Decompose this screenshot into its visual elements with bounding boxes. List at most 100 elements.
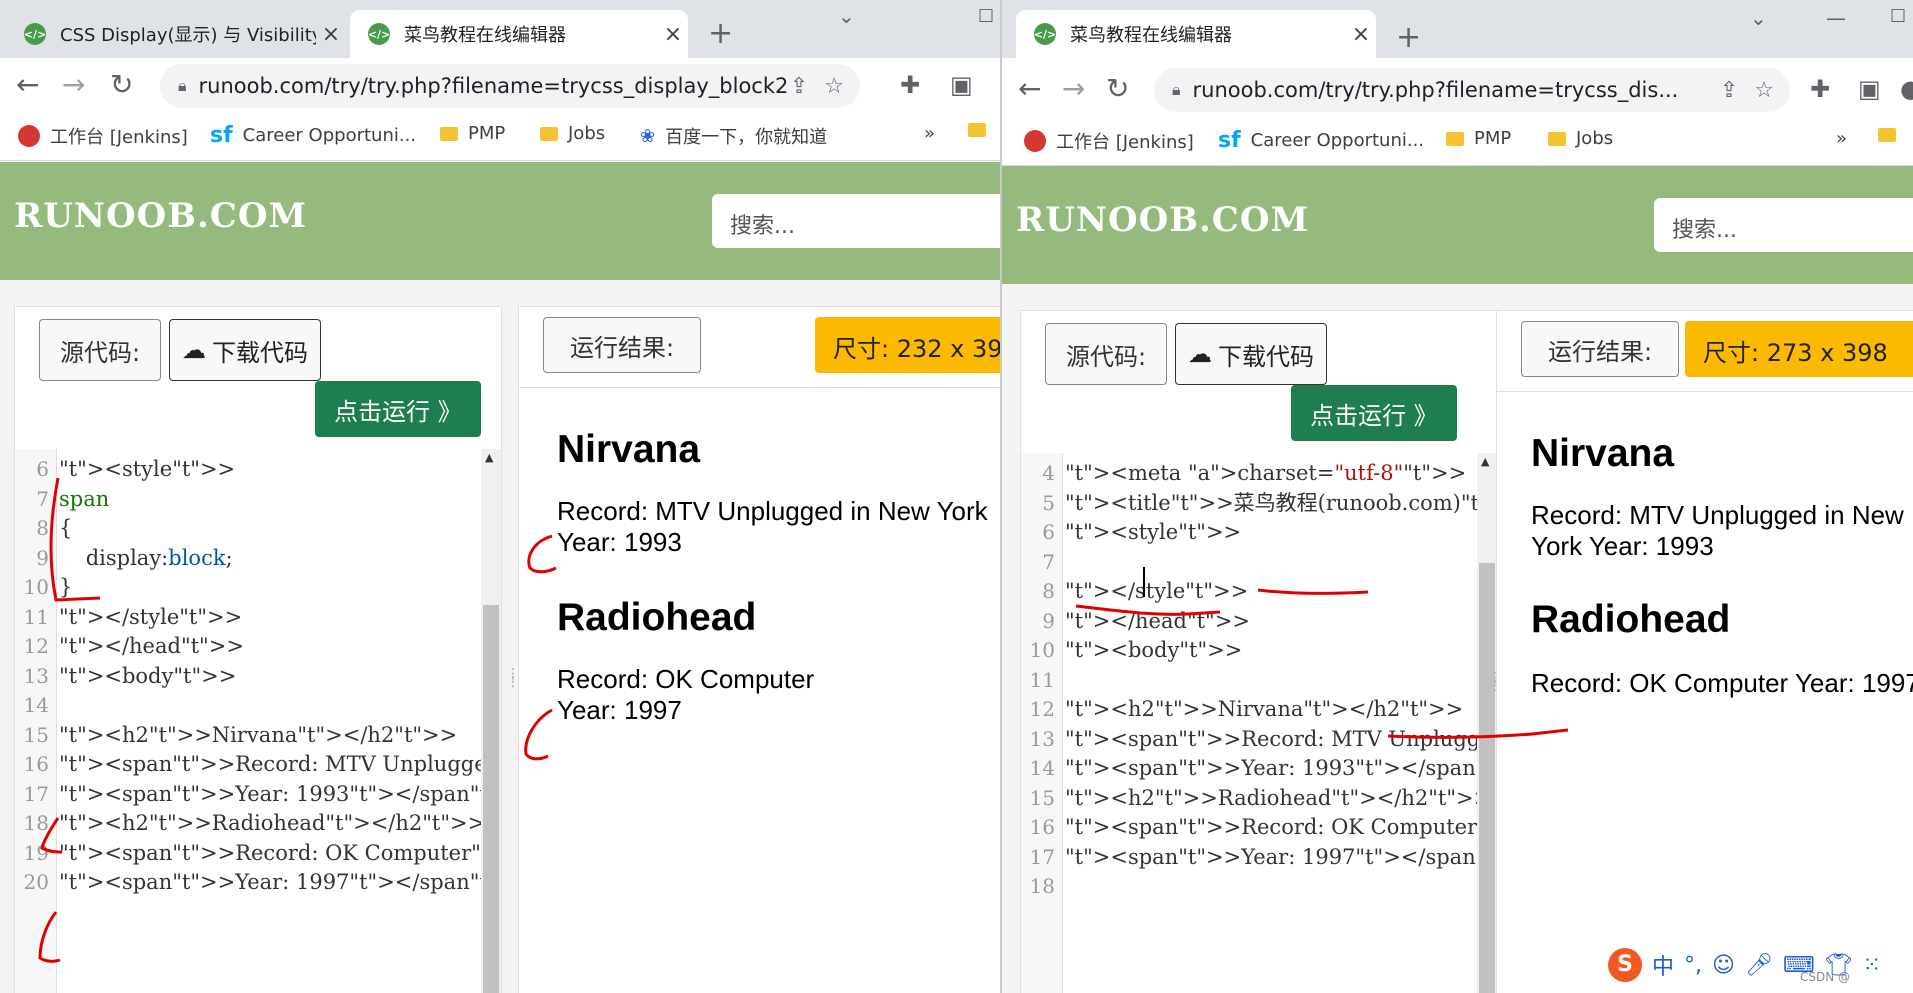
bookmark-jenkins[interactable]: 工作台 [Jenkins] [18, 123, 188, 149]
panel-resizer[interactable]: ⋮ ⋮ [506, 667, 520, 689]
site-logo[interactable]: RUNOOB.COM [14, 196, 307, 236]
new-tab-button[interactable]: + [708, 16, 733, 51]
punctuation-icon[interactable]: °, [1684, 953, 1702, 978]
grid-icon[interactable]: ⁙ [1863, 953, 1881, 978]
bookmark-career[interactable]: sf Career Opportuni... [210, 123, 416, 148]
address-bar[interactable]: 🔒︎ runoob.com/try/try.php?filename=trycs… [160, 64, 860, 108]
bookmark-folder-partial[interactable] [1878, 128, 1906, 142]
reload-icon[interactable]: ↻ [1106, 74, 1129, 104]
folder-icon [1878, 128, 1896, 142]
editor-scrollbar[interactable]: ▲ [481, 449, 501, 993]
code-line: 18 [1021, 868, 1497, 904]
source-panel: 源代码: ☁ 下载代码 点击运行 》 6 "t"><style"t">> 7 span 8… [14, 306, 502, 993]
star-icon[interactable]: ☆ [824, 74, 844, 99]
new-tab-button[interactable]: + [1396, 20, 1421, 55]
search-input[interactable]: 搜索... [1654, 198, 1913, 252]
bookmark-jobs[interactable]: Jobs [540, 123, 605, 144]
reload-icon[interactable]: ↻ [110, 70, 133, 100]
url-text: runoob.com/try/try.php?filename=trycss_d… [198, 74, 789, 98]
ime-chinese-mode[interactable]: 中 [1652, 949, 1674, 981]
bookmarks-bar: 工作台 [Jenkins] sf Career Opportuni... PMP … [1002, 118, 1913, 166]
source-code-label: 源代码: [39, 319, 161, 381]
result-heading-nirvana: Nirvana [557, 428, 701, 471]
cloud-download-icon: ☁ [182, 336, 206, 364]
tab-strip: </> CSS Display(显示) 与 Visibility × </> 菜… [0, 0, 1000, 58]
chevron-down-icon[interactable]: ⌄ [838, 4, 855, 28]
bookmark-jobs[interactable]: Jobs [1548, 128, 1613, 149]
sogou-ime-icon[interactable]: S [1608, 948, 1642, 982]
result-record-2: Record: OK Computer [557, 664, 815, 694]
address-bar[interactable]: 🔒︎ runoob.com/try/try.php?filename=trycs… [1154, 68, 1790, 112]
scrollbar-thumb[interactable] [1479, 563, 1495, 993]
scrollbar-thumb[interactable] [483, 605, 499, 993]
maximize-icon[interactable]: ☐ [1890, 6, 1906, 27]
extensions-icon[interactable]: ✚ [900, 70, 920, 100]
site-logo[interactable]: RUNOOB.COM [1016, 200, 1309, 240]
bookmark-career[interactable]: sf Career Opportuni... [1218, 128, 1424, 153]
search-input[interactable]: 搜索... [712, 194, 1000, 248]
microphone-icon[interactable]: 🎤︎ [1745, 953, 1773, 978]
site-header: RUNOOB.COM 搜索... [1002, 166, 1913, 284]
close-icon[interactable]: × [316, 22, 346, 47]
bookmarks-bar: 工作台 [Jenkins] sf Career Opportuni... PMP … [0, 113, 1000, 161]
bookmarks-more-button[interactable]: » [924, 123, 935, 144]
close-icon[interactable]: × [658, 22, 688, 47]
run-button[interactable]: 点击运行 》 [315, 381, 481, 437]
scroll-up-icon[interactable]: ▲ [485, 451, 493, 464]
download-code-button[interactable]: ☁ 下载代码 [1175, 323, 1327, 385]
source-code-label: 源代码: [1045, 323, 1167, 385]
folder-icon [1548, 131, 1566, 146]
close-icon[interactable]: × [1346, 22, 1376, 47]
tab-css-display[interactable]: </> CSS Display(显示) 与 Visibility × [6, 10, 346, 58]
bookmark-folder-partial[interactable] [968, 123, 996, 137]
forward-icon[interactable]: → [62, 70, 85, 100]
result-frame: Nirvana Record: MTV Unplugged in New Yor… [1497, 391, 1913, 993]
folder-icon [1446, 131, 1464, 146]
code-editor[interactable]: 4 "t"><meta "a">charset="utf-8""t">> 5 "t">… [1021, 453, 1497, 993]
result-heading-radiohead: Radiohead [1531, 598, 1731, 641]
source-panel: 源代码: ☁ 下载代码 点击运行 》 4 "t"><meta "a">charset… [1020, 310, 1498, 993]
lock-icon: 🔒︎ [1172, 80, 1181, 99]
share-icon[interactable]: ⇪ [790, 74, 808, 99]
result-panel: 运行结果: 尺寸: 232 x 396 Nirvana Record: MTV … [518, 306, 1000, 993]
result-label: 运行结果: [543, 317, 701, 373]
forward-icon[interactable]: → [1062, 74, 1085, 104]
bookmark-pmp[interactable]: PMP [1446, 128, 1511, 149]
editor-scrollbar[interactable]: ▲ [1477, 453, 1497, 993]
download-code-button[interactable]: ☁ 下载代码 [169, 319, 321, 381]
profile-icon[interactable]: ● [1900, 74, 1913, 104]
tab-runoob-editor[interactable]: </> 菜鸟教程在线编辑器 × [1016, 10, 1376, 58]
code-editor[interactable]: 6 "t"><style"t">> 7 span 8{9 display:block; 1… [15, 449, 501, 993]
star-icon[interactable]: ☆ [1754, 78, 1774, 103]
code-text: "t"><span"t">>Year: 1997"t"></span"t">> [59, 870, 501, 894]
run-button[interactable]: 点击运行 》 [1291, 385, 1457, 441]
extensions-icon[interactable]: ✚ [1810, 74, 1830, 104]
line-number: 18 [1029, 874, 1055, 898]
back-icon[interactable]: ← [1018, 74, 1041, 104]
bookmark-baidu[interactable]: ❀ 百度一下，你就知道 [640, 123, 827, 149]
sidepanel-icon[interactable]: ▣ [950, 70, 973, 100]
minimize-icon[interactable]: — [1826, 6, 1846, 30]
line-number: 20 [23, 870, 49, 894]
bookmarks-more-button[interactable]: » [1836, 128, 1847, 149]
result-record-1: Record: MTV Unplugged in New [1531, 500, 1904, 530]
folder-icon [540, 126, 558, 141]
tab-title: 菜鸟教程在线编辑器 [404, 25, 566, 46]
tab-favicon-icon: </> [1034, 23, 1056, 45]
jenkins-icon [1024, 130, 1046, 152]
chevron-down-icon[interactable]: ⌄ [1750, 6, 1767, 30]
code-line: 20 "t"><span"t">>Year: 1997"t"></span"t">… [15, 864, 501, 900]
baidu-paw-icon: ❀ [640, 125, 656, 147]
result-label: 运行结果: [1521, 321, 1679, 377]
back-icon[interactable]: ← [16, 70, 39, 100]
result-frame: Nirvana Record: MTV Unplugged in New Yor… [519, 387, 1000, 993]
maximize-icon[interactable]: ☐ [978, 6, 994, 27]
tab-runoob-editor[interactable]: </> 菜鸟教程在线编辑器 × [350, 10, 688, 58]
bookmark-jenkins[interactable]: 工作台 [Jenkins] [1024, 128, 1194, 154]
share-icon[interactable]: ⇪ [1720, 78, 1738, 103]
tab-title: 菜鸟教程在线编辑器 [1070, 25, 1232, 46]
emoji-icon[interactable]: ☺ [1712, 953, 1735, 978]
bookmark-pmp[interactable]: PMP [440, 123, 505, 144]
scroll-up-icon[interactable]: ▲ [1481, 455, 1489, 468]
sidepanel-icon[interactable]: ▣ [1858, 74, 1881, 104]
